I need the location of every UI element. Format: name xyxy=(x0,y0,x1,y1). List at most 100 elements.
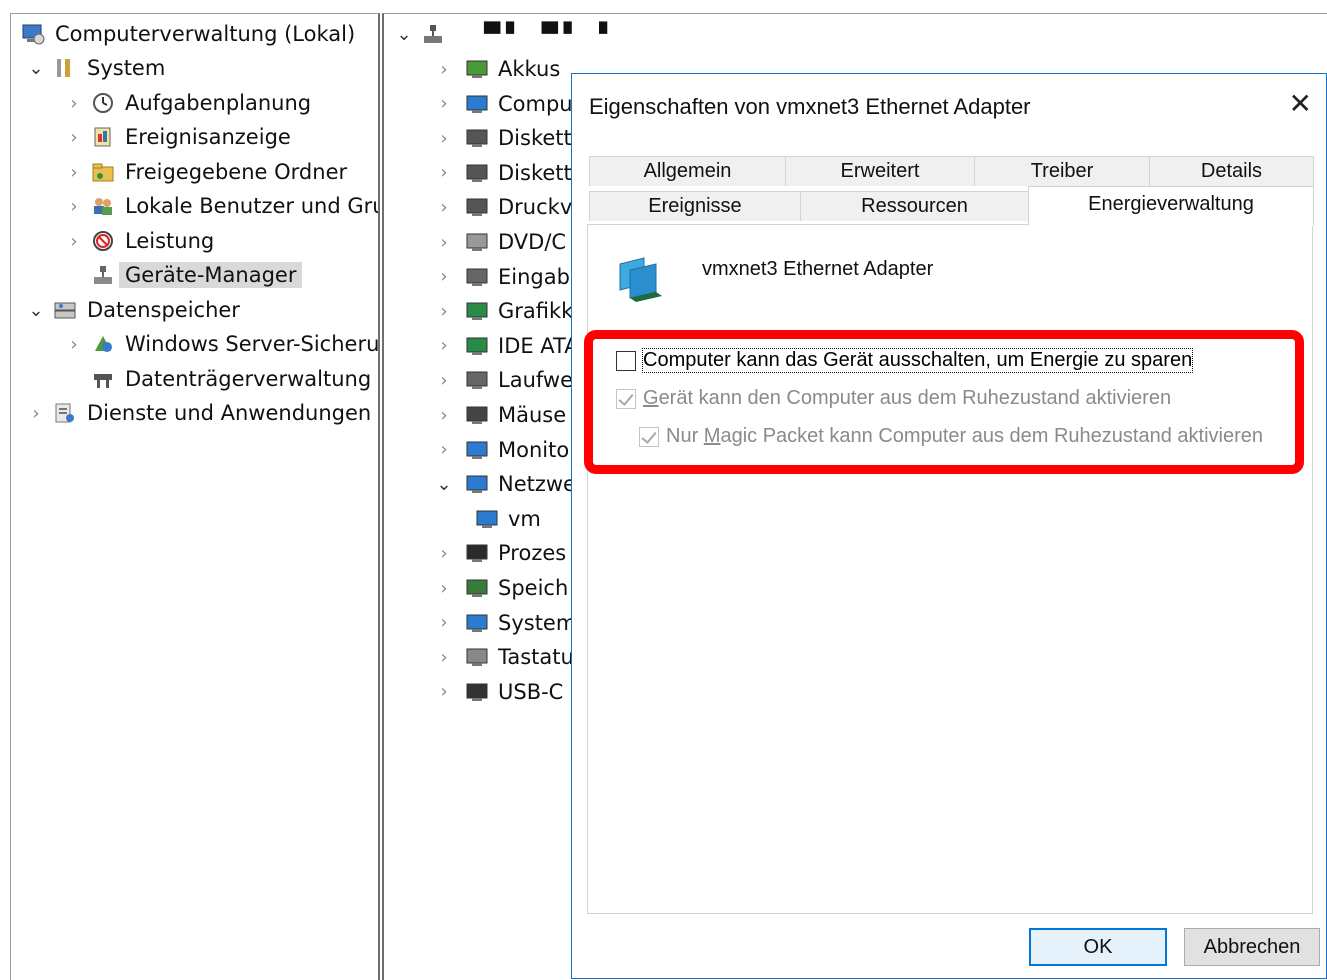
device-category-label: IDE ATA xyxy=(498,333,579,358)
drive-icon xyxy=(464,369,490,391)
chevron-right-icon[interactable]: › xyxy=(434,128,454,149)
console-tree[interactable]: Computerverwaltung (Lokal) ⌄ System › Au… xyxy=(10,13,380,980)
tab-erweitert[interactable]: Erweitert xyxy=(785,156,975,186)
tab-ereignisse[interactable]: Ereignisse xyxy=(589,191,801,221)
chevron-right-icon[interactable]: › xyxy=(434,59,454,80)
chevron-down-icon[interactable]: ⌄ xyxy=(434,474,454,495)
device-category-item[interactable]: › Monito xyxy=(434,435,569,465)
tab-panel-energieverwaltung xyxy=(587,224,1313,914)
keyboard-input-icon xyxy=(464,266,490,288)
tab-treiber[interactable]: Treiber xyxy=(974,156,1150,186)
tab-allgemein[interactable]: Allgemein xyxy=(589,156,786,186)
chevron-down-icon[interactable]: ⌄ xyxy=(25,58,47,79)
dialog-title: Eigenschaften von vmxnet3 Ethernet Adapt… xyxy=(589,94,1031,119)
chevron-right-icon[interactable]: › xyxy=(434,93,454,114)
storage-icon xyxy=(53,299,77,321)
computer-icon xyxy=(420,23,446,45)
printer-icon xyxy=(464,196,490,218)
chevron-right-icon[interactable]: › xyxy=(434,232,454,253)
device-category-item[interactable]: › Mäuse xyxy=(434,400,566,430)
tree-label: Lokale Benutzer und Gru xyxy=(125,194,380,218)
chevron-down-icon[interactable]: ⌄ xyxy=(394,24,414,45)
tree-item-lokale-benutzer[interactable]: › Lokale Benutzer und Gru xyxy=(63,191,380,221)
ide-icon xyxy=(464,335,490,357)
tab-details[interactable]: Details xyxy=(1149,156,1314,186)
device-category-label: Prozes xyxy=(498,541,567,566)
chevron-right-icon[interactable]: › xyxy=(434,405,454,426)
chevron-right-icon[interactable]: › xyxy=(434,647,454,668)
chevron-right-icon[interactable]: › xyxy=(63,196,85,217)
tree-item-ereignisanzeige[interactable]: › Ereignisanzeige xyxy=(63,122,290,152)
tab-energieverwaltung[interactable]: Energieverwaltung xyxy=(1028,186,1314,226)
device-category-item[interactable]: › Druckv xyxy=(434,192,572,222)
device-category-item[interactable]: › System xyxy=(434,608,576,638)
chevron-right-icon[interactable]: › xyxy=(434,370,454,391)
device-category-item[interactable]: › Diskett xyxy=(434,123,571,153)
device-category-item[interactable]: › Laufwe xyxy=(434,365,573,395)
checkbox-label: Nur Magic Packet kann Computer aus dem R… xyxy=(666,425,1263,447)
device-category-item[interactable]: vm xyxy=(464,504,541,534)
chevron-right-icon[interactable]: › xyxy=(63,127,85,148)
chevron-right-icon[interactable]: › xyxy=(434,266,454,287)
device-category-item[interactable]: › IDE ATA xyxy=(434,331,579,361)
chevron-right-icon[interactable]: › xyxy=(434,681,454,702)
device-category-item[interactable]: › Prozes xyxy=(434,538,566,568)
chevron-right-icon[interactable]: › xyxy=(434,439,454,460)
tree-item-geraete-manager[interactable]: Geräte-Manager xyxy=(85,260,303,290)
device-category-item[interactable]: › Speich xyxy=(434,573,568,603)
device-category-item[interactable]: ⌄ Netzwe xyxy=(434,469,576,499)
chevron-right-icon[interactable]: › xyxy=(25,403,47,424)
chevron-right-icon[interactable]: › xyxy=(63,231,85,252)
chevron-down-icon[interactable]: ⌄ xyxy=(25,300,47,321)
tree-label: Windows Server-Sicheru xyxy=(125,332,380,356)
chevron-right-icon[interactable]: › xyxy=(434,612,454,633)
checkbox-label[interactable]: Computer kann das Gerät ausschalten, um … xyxy=(641,348,1194,373)
chevron-right-icon[interactable]: › xyxy=(434,335,454,356)
device-category-item[interactable]: › Tastatu xyxy=(434,642,573,672)
tree-item-datentraegerverwaltung[interactable]: Datenträgerverwaltung xyxy=(85,364,371,394)
device-category-item[interactable]: › Grafikk xyxy=(434,296,573,326)
ok-button[interactable]: OK xyxy=(1029,928,1167,966)
option-allow-power-off[interactable]: Computer kann das Gerät ausschalten, um … xyxy=(616,348,1194,373)
keyboard-icon xyxy=(464,646,490,668)
close-icon[interactable]: ✕ xyxy=(1289,90,1312,118)
tree-item-computer-management[interactable]: Computerverwaltung (Lokal) xyxy=(15,19,355,49)
device-category-item[interactable]: › USB-C xyxy=(434,677,563,707)
device-category-item[interactable]: › DVD/C xyxy=(434,227,566,257)
tree-label: Datenträgerverwaltung xyxy=(125,367,372,391)
tree-item-dienste-anwendungen[interactable]: › Dienste und Anwendungen xyxy=(25,398,371,428)
device-category-item[interactable]: › Compu xyxy=(434,89,572,119)
chevron-right-icon[interactable]: › xyxy=(434,543,454,564)
usb-icon xyxy=(464,681,490,703)
checkbox[interactable] xyxy=(616,350,636,371)
tree-item-aufgabenplanung[interactable]: › Aufgabenplanung xyxy=(63,88,311,118)
chevron-right-icon[interactable]: › xyxy=(434,197,454,218)
tree-item-freigegebene-ordner[interactable]: › Freigegebene Ordner xyxy=(63,157,347,187)
chevron-right-icon[interactable]: › xyxy=(63,162,85,183)
chevron-right-icon[interactable]: › xyxy=(434,578,454,599)
chevron-right-icon[interactable]: › xyxy=(434,162,454,183)
device-category-item[interactable]: › Diskett xyxy=(434,158,571,188)
tree-item-windows-server-sicherung[interactable]: › Windows Server-Sicheru xyxy=(63,329,380,359)
shared-folder-icon xyxy=(91,161,115,183)
tree-item-datenspeicher[interactable]: ⌄ Datenspeicher xyxy=(25,295,240,325)
tab-ressourcen[interactable]: Ressourcen xyxy=(800,191,1029,221)
users-icon xyxy=(91,195,115,217)
tree-label: Geräte-Manager xyxy=(119,262,303,288)
chevron-right-icon[interactable]: › xyxy=(63,334,85,355)
checkbox-label: Gerät kann den Computer aus dem Ruhezust… xyxy=(643,387,1172,409)
monitor-icon xyxy=(464,93,490,115)
tree-item-leistung[interactable]: › Leistung xyxy=(63,226,214,256)
option-allow-wake: Gerät kann den Computer aus dem Ruhezust… xyxy=(616,387,1171,410)
device-category-item[interactable]: › Eingab xyxy=(434,262,570,292)
device-root[interactable]: ⌄ ▀▘ ▀▘ ▘ xyxy=(394,19,621,49)
device-category-item[interactable]: › Akkus xyxy=(434,54,560,84)
chevron-right-icon[interactable]: › xyxy=(434,301,454,322)
tree-label: Datenspeicher xyxy=(87,298,240,322)
dvd-icon xyxy=(464,231,490,253)
chevron-right-icon[interactable]: › xyxy=(63,93,85,114)
tree-item-system[interactable]: ⌄ System xyxy=(25,53,165,83)
cancel-button[interactable]: Abbrechen xyxy=(1184,928,1320,966)
event-viewer-icon xyxy=(91,126,115,148)
device-category-label: DVD/C xyxy=(498,230,567,254)
